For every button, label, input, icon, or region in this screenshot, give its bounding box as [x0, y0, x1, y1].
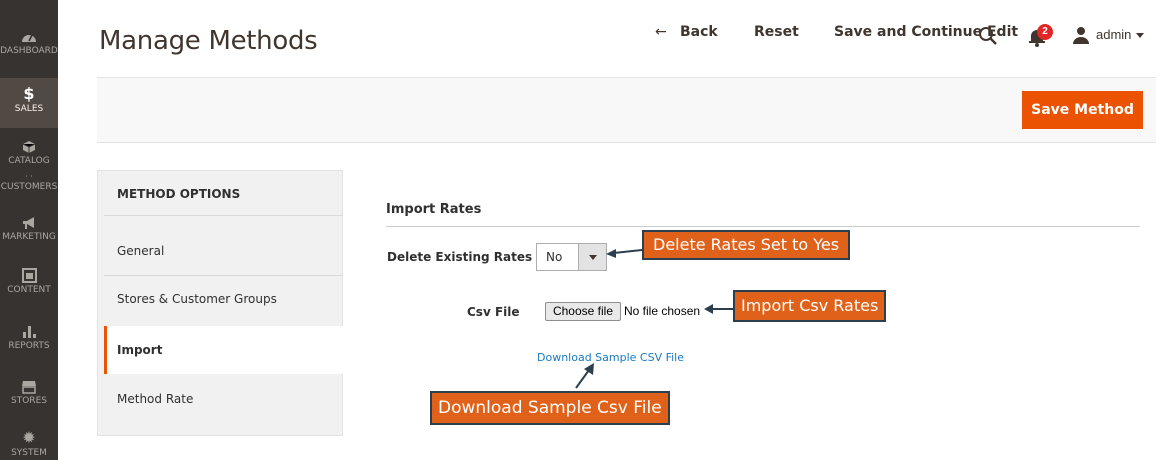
section-divider [386, 226, 1140, 227]
dollar-icon: $ [23, 84, 35, 103]
tab-method-rate[interactable]: Method Rate [117, 392, 193, 406]
customers-icon: · · [25, 172, 33, 181]
dashboard-icon [22, 34, 36, 42]
nav-system[interactable]: ✹ SYSTEM [0, 428, 58, 459]
choose-file-button[interactable]: Choose file [545, 302, 621, 321]
nav-label: DASHBOARD [0, 46, 58, 56]
nav-sales[interactable]: $ SALES [0, 78, 58, 128]
file-status: No file chosen [624, 304, 701, 318]
arrow-left-icon[interactable]: ← [655, 24, 667, 40]
import-csv-callout: Import Csv Rates [733, 290, 887, 322]
page-title: Manage Methods [99, 26, 318, 56]
bar-chart-icon [22, 326, 36, 338]
delete-existing-rates-label: Delete Existing Rates [387, 250, 533, 264]
user-name[interactable]: admin [1096, 27, 1131, 42]
nav-label: MARKETING [2, 232, 56, 242]
nav-label: CONTENT [7, 285, 51, 295]
download-sample-callout: Download Sample Csv File [430, 391, 670, 425]
chevron-down-icon[interactable] [578, 244, 606, 270]
tabs-heading: METHOD OPTIONS [117, 187, 241, 201]
save-continue-button[interactable]: Save and Continue Edit [834, 24, 1018, 40]
nav-reports[interactable]: REPORTS [0, 324, 58, 351]
delete-existing-rates-select[interactable]: No [536, 243, 607, 271]
nav-marketing[interactable]: MARKETING [0, 216, 58, 242]
delete-rates-callout: Delete Rates Set to Yes [642, 230, 851, 260]
nav-customers[interactable]: · · CUSTOMERS [0, 172, 58, 193]
tab-import[interactable]: Import [117, 343, 162, 357]
save-method-button[interactable]: Save Method [1022, 91, 1143, 129]
user-icon[interactable] [1072, 26, 1090, 44]
tab-divider [104, 215, 343, 216]
reset-button[interactable]: Reset [754, 24, 799, 40]
store-icon [22, 381, 36, 394]
nav-label: CATALOG [8, 156, 50, 166]
chevron-down-icon[interactable] [1136, 33, 1144, 38]
nav-label: REPORTS [8, 341, 50, 351]
notification-badge: 2 [1037, 24, 1053, 40]
nav-label: STORES [11, 396, 47, 406]
nav-label: SALES [14, 104, 44, 114]
nav-content[interactable]: CONTENT [0, 268, 58, 295]
tab-general[interactable]: General [117, 244, 164, 258]
tab-divider [104, 275, 343, 276]
nav-dashboard[interactable]: DASHBOARD [0, 30, 58, 56]
download-sample-link[interactable]: Download Sample CSV File [537, 351, 684, 364]
page-actions-bar [97, 77, 1156, 143]
nav-label: CUSTOMERS [0, 182, 58, 192]
nav-stores[interactable]: STORES [0, 380, 58, 406]
cube-icon [22, 141, 36, 153]
nav-catalog[interactable]: CATALOG [0, 140, 58, 166]
content-icon [21, 268, 37, 283]
section-title: Import Rates [386, 202, 482, 217]
megaphone-icon [23, 217, 34, 229]
arrow-to-link [575, 363, 594, 389]
select-value: No [546, 250, 563, 264]
back-button[interactable]: Back [680, 24, 718, 40]
admin-sidebar: DASHBOARD $ SALES CATALOG · · CUSTOMERS … [0, 0, 58, 460]
nav-label: SYSTEM [11, 448, 47, 458]
tab-stores-customer-groups[interactable]: Stores & Customer Groups [117, 292, 277, 306]
arrow-to-file [704, 304, 733, 314]
arrow-to-select [606, 249, 643, 258]
csv-file-label: Csv File [467, 305, 520, 319]
gear-icon: ✹ [22, 428, 36, 447]
